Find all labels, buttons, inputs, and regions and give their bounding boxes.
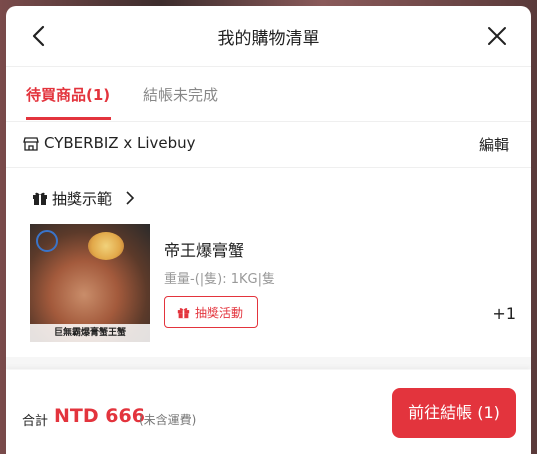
close-icon[interactable] [485,24,509,48]
tab-incomplete-checkout[interactable]: 結帳未完成 [143,84,218,105]
lottery-label: 抽獎活動 [195,306,244,320]
gift-icon [33,192,47,205]
product-image-caption: 巨無霸爆膏蟹王蟹 [30,324,150,342]
section-divider [6,357,531,369]
total-amount: NTD 666 [54,405,145,427]
total-label: 合計 [22,414,49,429]
checkout-footer: 合計 NTD 666 (未含運費) 前往結帳 (1) [6,370,531,454]
lottery-button[interactable]: 抽獎活動 [164,296,258,328]
shopping-list-sheet: 我的購物清單 待買商品(1) 結帳未完成 CYBERBIZ x Livebuy … [6,6,531,454]
chevron-right-icon [126,191,135,205]
brand-logo [36,230,58,252]
product-name[interactable]: 帝王爆膏蟹 [164,237,244,261]
product-spec: 重量-(|隻): 1KG|隻 [164,272,275,287]
product-image[interactable]: 巨無霸爆膏蟹王蟹 [30,224,150,342]
crab-roe-shape [88,232,124,260]
checkout-button[interactable]: 前往結帳 (1) [392,388,516,438]
sheet-header: 我的購物清單 [6,6,531,67]
tab-bar: 待買商品(1) 結帳未完成 [6,67,531,122]
page-title: 我的購物清單 [217,29,320,49]
promo-label: 抽獎示範 [52,190,113,208]
shipping-note: (未含運費) [139,413,197,427]
active-tab-indicator [26,117,111,120]
edit-button[interactable]: 編輯 [479,134,509,155]
store-row: CYBERBIZ x Livebuy 編輯 [6,122,531,168]
quantity-increment[interactable]: +1 [492,304,516,323]
tab-pending-items[interactable]: 待買商品(1) [26,84,110,105]
gift-icon [177,308,190,319]
store-name: CYBERBIZ x Livebuy [44,134,196,152]
store-icon [23,137,39,151]
